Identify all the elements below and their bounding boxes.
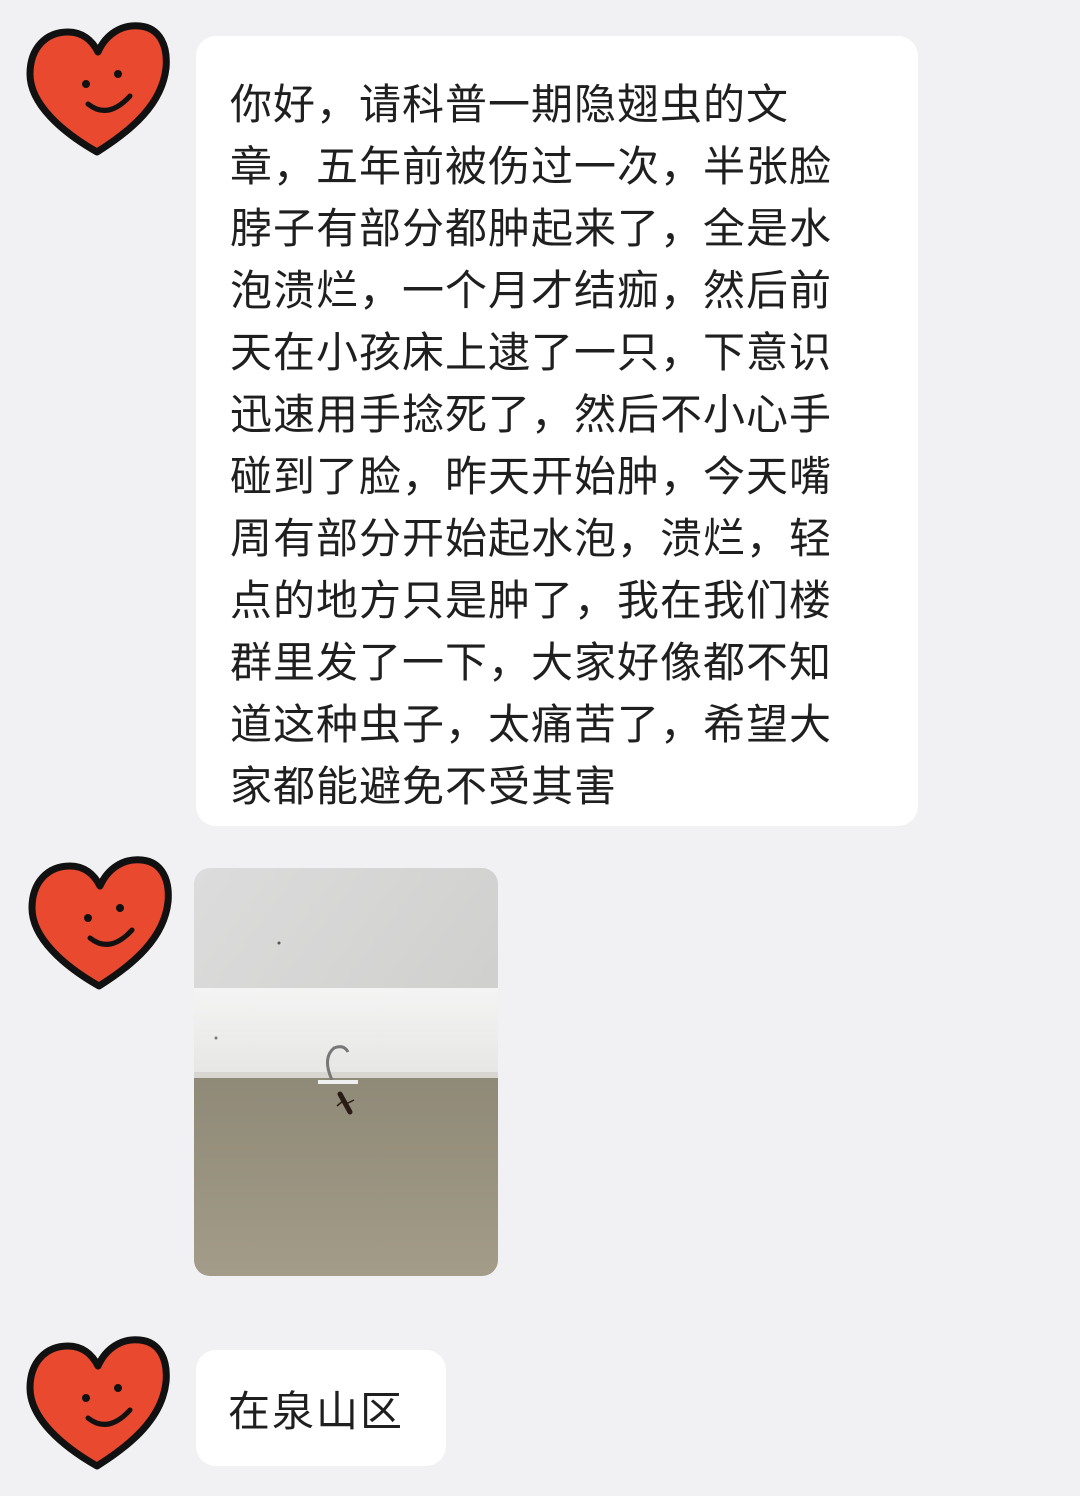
message-bubble[interactable]: 你好，请科普一期隐翅虫的文 章，五年前被伤过一次，半张脸 脖子有部分都肿起来了，… (196, 36, 918, 826)
message-line: 章，五年前被伤过一次，半张脸 (230, 142, 833, 191)
sender-avatar[interactable] (22, 12, 172, 162)
message-line: 泡溃烂，一个月才结痂，然后前 (230, 266, 833, 315)
message-line: 道这种虫子，太痛苦了，希望大 (230, 700, 833, 749)
heart-smiley-icon (28, 856, 172, 990)
message-line: 迅速用手捻死了，然后不小心手 (230, 390, 833, 439)
sender-avatar[interactable] (24, 846, 174, 996)
message-line: 天在小孩床上逮了一只，下意识 (230, 328, 833, 377)
message-bubble[interactable]: 在泉山区 (196, 1350, 446, 1466)
message-line: 点的地方只是肿了，我在我们楼 (230, 576, 833, 625)
message-image[interactable] (194, 868, 498, 1276)
message-line: 碰到了脸，昨天开始肿，今天嘴 (230, 452, 833, 501)
message-line: 周有部分开始起水泡，溃烂，轻 (230, 514, 833, 563)
photo-of-insect-on-wall (194, 868, 498, 1276)
heart-smiley-icon (26, 1336, 170, 1470)
message-line: 家都能避免不受其害 (230, 762, 618, 811)
heart-smiley-icon (26, 22, 170, 156)
message-line: 你好，请科普一期隐翅虫的文 (230, 80, 790, 129)
message-text: 在泉山区 (228, 1386, 405, 1436)
sender-avatar[interactable] (22, 1326, 172, 1476)
message-line: 脖子有部分都肿起来了，全是水 (230, 204, 833, 253)
message-line: 群里发了一下，大家好像都不知 (230, 638, 833, 687)
